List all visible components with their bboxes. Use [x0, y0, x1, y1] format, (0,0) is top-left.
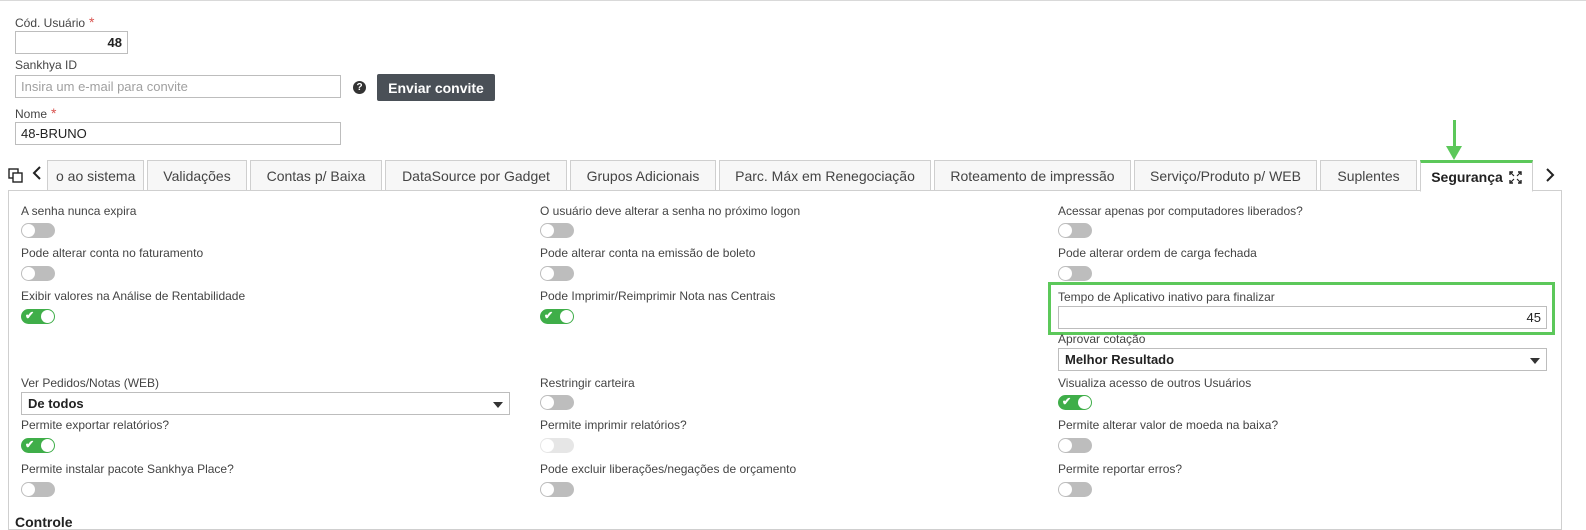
name-input[interactable]: 48-BRUNO	[15, 122, 341, 145]
toggle-reportar-erros[interactable]	[1058, 482, 1092, 497]
field-label: Pode excluir liberações/negações de orça…	[540, 462, 797, 476]
chevron-left-icon[interactable]	[30, 163, 44, 188]
expand-icon[interactable]	[1509, 170, 1522, 184]
field-label: Acessar apenas por computadores liberado…	[1058, 204, 1303, 218]
tab-validacoes[interactable]: Validações	[147, 160, 247, 191]
tab-seguranca-label: Segurança	[1431, 169, 1503, 185]
caret-down-icon	[493, 402, 503, 408]
field-label: Aprovar cotação	[1058, 332, 1146, 346]
user-code-input[interactable]: 48	[15, 31, 128, 54]
chevron-right-icon[interactable]	[1543, 165, 1557, 190]
toggle-exibir-valores-rentabilidade[interactable]: ✔	[21, 309, 55, 324]
tab-grupos-adicionais[interactable]: Grupos Adicionais	[570, 160, 716, 191]
toggle-alterar-conta-faturamento[interactable]	[21, 266, 55, 281]
field-label: Ver Pedidos/Notas (WEB)	[21, 376, 160, 390]
toggle-alterar-moeda-baixa[interactable]	[1058, 438, 1092, 453]
ver-pedidos-value: De todos	[28, 396, 84, 411]
tab-seguranca[interactable]: Segurança	[1420, 160, 1533, 192]
field-label: Restringir carteira	[540, 376, 635, 390]
toggle-alterar-ordem-carga[interactable]	[1058, 266, 1092, 281]
toggle-visualiza-acesso-usuarios[interactable]: ✔	[1058, 395, 1092, 410]
field-label: A senha nunca expira	[21, 204, 137, 218]
field-label: Pode alterar ordem de carga fechada	[1058, 246, 1257, 260]
tab-suplentes[interactable]: Suplentes	[1320, 160, 1417, 191]
section-title: Controle	[15, 514, 73, 530]
tab-datasource-gadget[interactable]: DataSource por Gadget	[385, 160, 567, 191]
ver-pedidos-select[interactable]: De todos	[21, 392, 510, 415]
field-label: Permite imprimir relatórios?	[540, 418, 687, 432]
field-label: Pode alterar conta no faturamento	[21, 246, 204, 260]
down-arrow-annotation-icon	[1453, 120, 1456, 148]
field-label: Permite reportar erros?	[1058, 462, 1183, 476]
field-label: Pode alterar conta na emissão de boleto	[540, 246, 756, 260]
send-invite-button[interactable]: Enviar convite	[377, 74, 495, 101]
tab-line-left	[8, 190, 1420, 191]
toggle-senha-nunca-expira[interactable]	[21, 223, 55, 238]
field-label: O usuário deve alterar a senha no próxim…	[540, 204, 801, 218]
copy-icon[interactable]	[8, 168, 24, 184]
user-code-label: Cód. Usuário *	[15, 14, 95, 30]
top-divider	[0, 0, 1586, 1]
field-label: Exibir valores na Análise de Rentabilida…	[21, 289, 246, 303]
tab-roteamento-impressao[interactable]: Roteamento de impressão	[934, 160, 1131, 191]
sankhya-id-input[interactable]: Insira um e-mail para convite	[15, 75, 341, 98]
down-arrow-annotation-head	[1446, 146, 1462, 160]
toggle-instalar-sankhya-place[interactable]	[21, 482, 55, 497]
tab-servico-produto-web[interactable]: Serviço/Produto p/ WEB	[1134, 160, 1317, 191]
toggle-excluir-liberacoes[interactable]	[540, 482, 574, 497]
toggle-restringir-carteira[interactable]	[540, 395, 574, 410]
toggle-acessar-computadores-liberados[interactable]	[1058, 223, 1092, 238]
toggle-imprimir-relatorios	[540, 438, 574, 453]
tab-acesso-ao-sistema[interactable]: o ao sistema	[47, 160, 144, 191]
tab-parc-max-renegociacao[interactable]: Parc. Máx em Renegociação	[719, 160, 931, 191]
sankhya-id-label: Sankhya ID	[15, 58, 78, 72]
toggle-exportar-relatorios[interactable]: ✔	[21, 438, 55, 453]
field-label: Permite instalar pacote Sankhya Place?	[21, 462, 234, 476]
toggle-alterar-senha-proximo-logon[interactable]	[540, 223, 574, 238]
field-label: Visualiza acesso de outros Usuários	[1058, 376, 1252, 390]
toggle-imprimir-nota-centrais[interactable]: ✔	[540, 309, 574, 324]
field-label: Tempo de Aplicativo inativo para finaliz…	[1058, 290, 1275, 304]
tab-line-right	[1533, 190, 1562, 191]
name-label: Nome *	[15, 105, 57, 121]
aprovar-cotacao-select[interactable]: Melhor Resultado	[1058, 348, 1547, 371]
inactive-time-input[interactable]: 45	[1058, 306, 1547, 329]
caret-down-icon	[1530, 358, 1540, 364]
help-icon[interactable]: ?	[353, 81, 366, 94]
field-label: Pode Imprimir/Reimprimir Nota nas Centra…	[540, 289, 776, 303]
field-label: Permite exportar relatórios?	[21, 418, 170, 432]
field-label: Permite alterar valor de moeda na baixa?	[1058, 418, 1279, 432]
aprovar-cotacao-value: Melhor Resultado	[1065, 352, 1175, 367]
tab-contas-baixa[interactable]: Contas p/ Baixa	[250, 160, 382, 191]
toggle-alterar-conta-boleto[interactable]	[540, 266, 574, 281]
